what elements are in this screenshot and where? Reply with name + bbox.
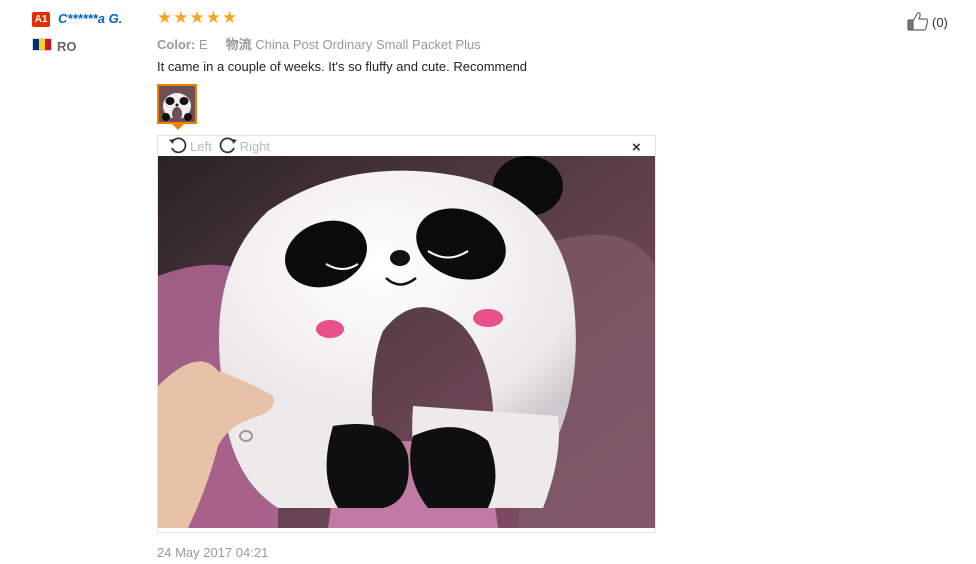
buyer-level-badge: A1 xyxy=(32,12,50,27)
country-flag-icon xyxy=(32,38,52,51)
rotate-left-icon xyxy=(168,135,188,158)
rotate-left-label: Left xyxy=(190,138,212,154)
review-date: 24 May 2017 04:21 xyxy=(157,545,269,560)
star-icon: ★ xyxy=(222,8,238,27)
star-icon: ★ xyxy=(205,8,221,27)
viewer-toolbar: Left Right xyxy=(168,136,276,156)
thumbnail-pointer xyxy=(172,124,184,130)
sku-color-label: Color: xyxy=(157,37,196,52)
review-photo xyxy=(158,156,655,528)
star-rating: ★ ★ ★ ★ ★ xyxy=(157,9,237,27)
review-image-thumbnail[interactable] xyxy=(157,84,197,124)
buyer-name[interactable]: C******a G. xyxy=(58,11,122,26)
rotate-right-icon xyxy=(218,135,238,158)
sku-color-value: E xyxy=(198,37,208,52)
sku-info: Color: E 物流 China Post Ordinary Small Pa… xyxy=(157,34,481,53)
viewer-close-button[interactable]: × xyxy=(632,139,641,156)
helpful-button[interactable]: (0) xyxy=(907,11,948,34)
helpful-count: (0) xyxy=(932,15,948,30)
buyer-country: RO xyxy=(57,39,77,54)
sku-shipping-value: China Post Ordinary Small Packet Plus xyxy=(255,37,481,52)
star-icon: ★ xyxy=(189,8,205,27)
thumbs-up-icon[interactable] xyxy=(907,11,929,34)
star-icon: ★ xyxy=(157,8,173,27)
sku-shipping-label: 物流 xyxy=(225,37,252,52)
rotate-right-label: Right xyxy=(239,138,271,154)
review-text: It came in a couple of weeks. It's so fl… xyxy=(157,59,528,74)
rotate-left-button[interactable]: Left xyxy=(168,135,212,158)
star-icon: ★ xyxy=(173,8,189,27)
rotate-right-button[interactable]: Right xyxy=(218,135,270,158)
